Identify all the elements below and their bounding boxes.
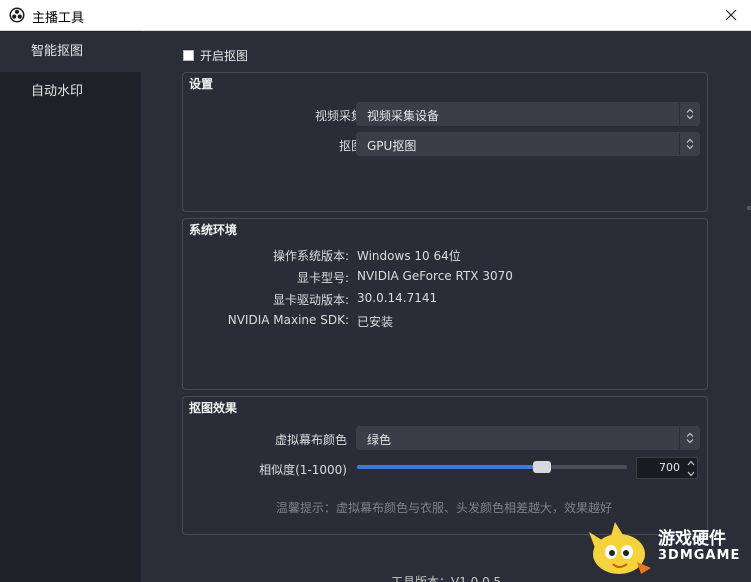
enable-matting-checkbox[interactable]: 开启抠图 (183, 47, 248, 64)
close-button[interactable] (718, 4, 744, 26)
gpu-model-value: NVIDIA GeForce RTX 3070 (357, 269, 513, 283)
matting-effect-group: 抠图效果 虚拟幕布颜色 绿色 相似度(1-1000) 700 温馨提示：虚拟幕布… (182, 396, 708, 535)
watermark-text-2: 3DMGAME (658, 548, 741, 563)
matting-effect-group-title: 抠图效果 (189, 401, 238, 415)
close-icon (725, 9, 737, 21)
sidebar-item-auto-watermark[interactable]: 自动水印 (0, 72, 141, 112)
maxine-sdk-label: NVIDIA Maxine SDK: (227, 313, 349, 327)
matting-mode-select[interactable]: GPU抠图 (356, 132, 700, 156)
sidebar: 智能抠图 自动水印 (0, 31, 141, 582)
mascot-logo-icon (589, 522, 651, 574)
similarity-label: 相似度(1-1000) (259, 463, 347, 477)
matting-mode-value: GPU抠图 (367, 139, 417, 153)
obs-icon (9, 7, 25, 23)
updown-chevron-icon (679, 103, 699, 125)
slider-handle[interactable] (533, 461, 551, 473)
chevron-up-icon (687, 460, 695, 465)
spin-up-button[interactable] (684, 457, 698, 468)
backdrop-color-select[interactable]: 绿色 (356, 426, 700, 450)
window-edge-marker (747, 206, 751, 210)
os-version-label: 操作系统版本: (272, 249, 349, 263)
title-bar: 主播工具 (0, 0, 751, 31)
capture-device-select[interactable]: 视频采集设备 (356, 102, 700, 126)
os-version-value: Windows 10 64位 (357, 249, 461, 263)
gpu-model-label: 显卡型号: (296, 271, 349, 285)
enable-matting-label: 开启抠图 (200, 49, 249, 63)
settings-group: 设置 视频采集设备 视频采集设备 抠图模式 GPU抠图 (182, 72, 708, 212)
sidebar-item-label: 智能抠图 (31, 44, 84, 59)
maxine-sdk-value: 已安装 (357, 315, 394, 329)
hint-text: 温馨提示：虚拟幕布颜色与衣服、头发颜色相差越大，效果越好 (276, 501, 613, 515)
updown-chevron-icon (679, 133, 699, 155)
driver-version-value: 30.0.14.7141 (357, 291, 438, 305)
similarity-value: 700 (659, 461, 680, 474)
main-panel: 开启抠图 设置 视频采集设备 视频采集设备 抠图模式 GPU抠图 系统环境 操作… (141, 31, 751, 582)
slider-fill (357, 465, 542, 469)
sidebar-item-label: 自动水印 (31, 84, 84, 99)
settings-group-title: 设置 (189, 77, 214, 91)
spin-down-button[interactable] (684, 468, 698, 479)
capture-device-value: 视频采集设备 (367, 109, 440, 123)
watermark-text-1: 游戏硬件 (658, 529, 726, 549)
similarity-slider[interactable] (357, 461, 627, 473)
system-env-group: 系统环境 操作系统版本: Windows 10 64位 显卡型号: NVIDIA… (182, 218, 708, 390)
system-env-group-title: 系统环境 (189, 223, 238, 237)
window-title: 主播工具 (32, 11, 85, 26)
checkbox-box[interactable] (183, 50, 194, 61)
driver-version-label: 显卡驱动版本: (272, 293, 349, 307)
updown-chevron-icon (679, 427, 699, 449)
site-watermark: 游戏硬件 3DMGAME (585, 518, 745, 580)
backdrop-color-label: 虚拟幕布颜色 (274, 433, 347, 447)
tool-version: 工具版本：V1.0.0.5 (391, 575, 502, 582)
chevron-down-icon (687, 471, 695, 476)
backdrop-color-value: 绿色 (367, 433, 392, 447)
spin-buttons (684, 457, 698, 479)
sidebar-item-smart-matting[interactable]: 智能抠图 (0, 32, 141, 72)
